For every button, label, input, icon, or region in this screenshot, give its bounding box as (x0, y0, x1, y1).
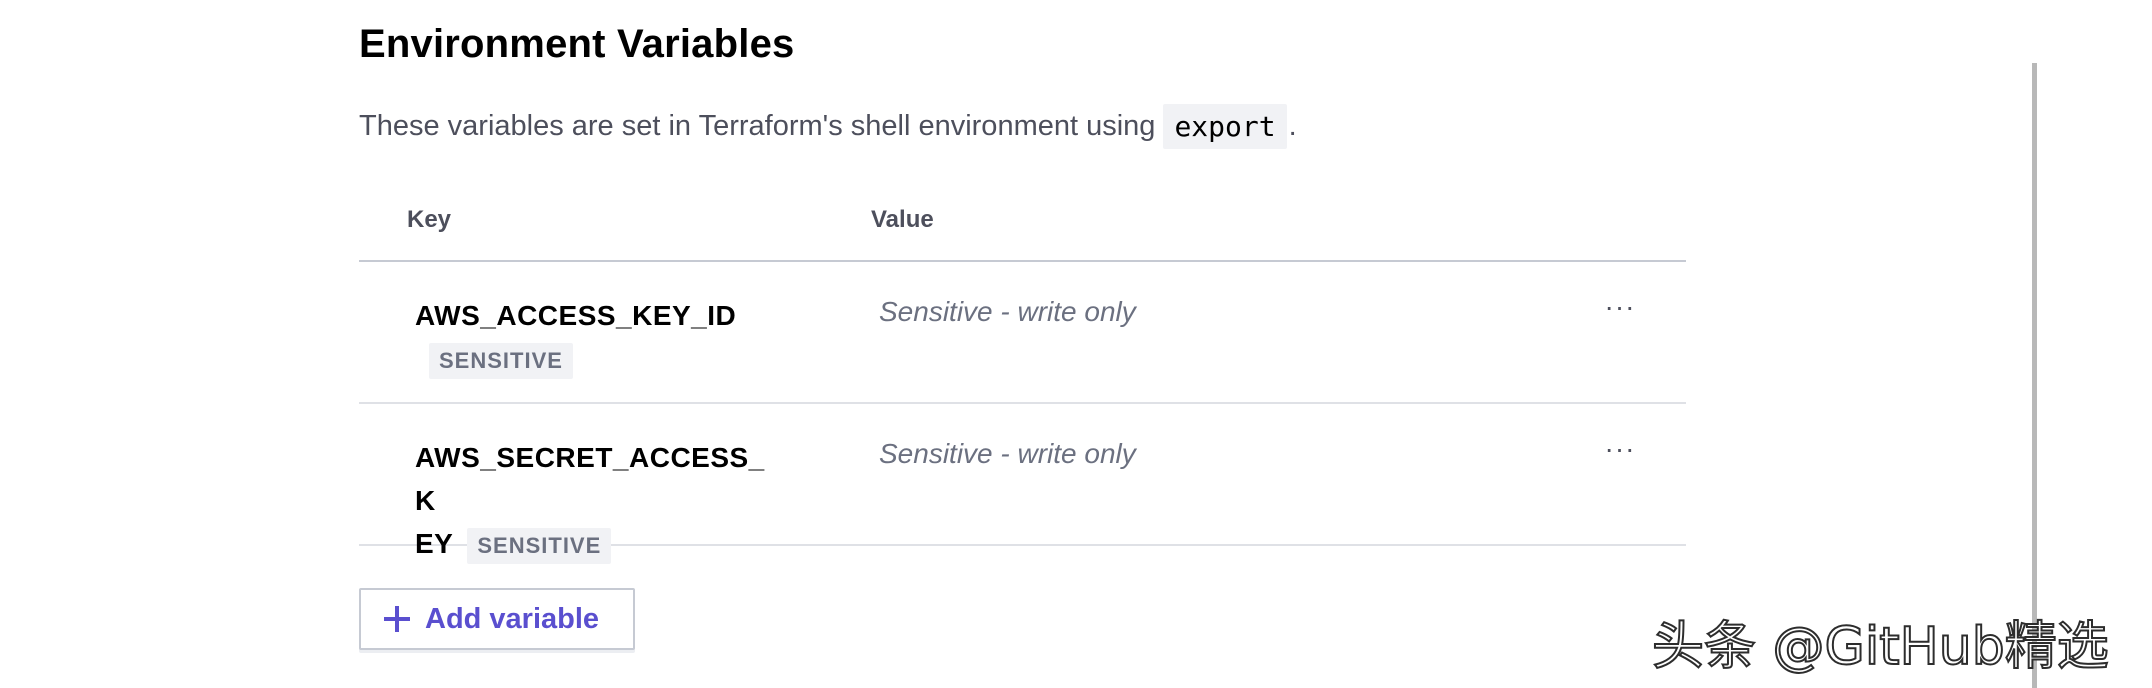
variables-table: Key Value AWS_ACCESS_KEY_ID SENSITIVE Se… (359, 186, 1686, 564)
sensitive-badge: SENSITIVE (467, 527, 612, 564)
ellipsis-icon: ··· (1604, 433, 1636, 464)
variable-key-continued: EY (415, 528, 454, 559)
vertical-scrollbar[interactable] (2032, 63, 2037, 688)
variable-key-cell: AWS_SECRET_ACCESS_K EY SENSITIVE (415, 436, 775, 565)
variable-key: AWS_ACCESS_KEY_ID (415, 300, 737, 331)
column-header-value: Value (871, 206, 934, 233)
add-variable-label: Add variable (425, 602, 600, 635)
variable-key: AWS_SECRET_ACCESS_K (415, 442, 765, 516)
row-actions-menu[interactable]: ··· (1595, 292, 1645, 322)
environment-variables-page: Environment Variables These variables ar… (0, 0, 2152, 688)
watermark-text: 头条 @GitHub精选 (1651, 616, 2110, 678)
row-actions-menu[interactable]: ··· (1595, 434, 1645, 464)
table-row: AWS_ACCESS_KEY_ID SENSITIVE Sensitive - … (359, 262, 1686, 404)
table-row: AWS_SECRET_ACCESS_K EY SENSITIVE Sensitiv… (359, 404, 1686, 564)
section-description: These variables are set in Terraform's s… (359, 104, 1297, 149)
variable-value: Sensitive - write only (879, 296, 1136, 327)
ellipsis-icon: ··· (1604, 291, 1636, 322)
export-code: export (1163, 104, 1287, 149)
plus-icon (384, 606, 410, 632)
description-text: These variables are set in Terraform's s… (359, 110, 1156, 142)
sensitive-badge: SENSITIVE (429, 342, 573, 379)
table-header: Key Value (359, 186, 1686, 262)
description-period: . (1288, 110, 1297, 142)
column-header-key: Key (407, 206, 452, 233)
add-variable-button[interactable]: Add variable (359, 588, 635, 650)
section-title: Environment Variables (359, 22, 795, 66)
variable-key-cell: AWS_ACCESS_KEY_ID SENSITIVE (415, 294, 775, 380)
variable-value: Sensitive - write only (879, 438, 1136, 469)
